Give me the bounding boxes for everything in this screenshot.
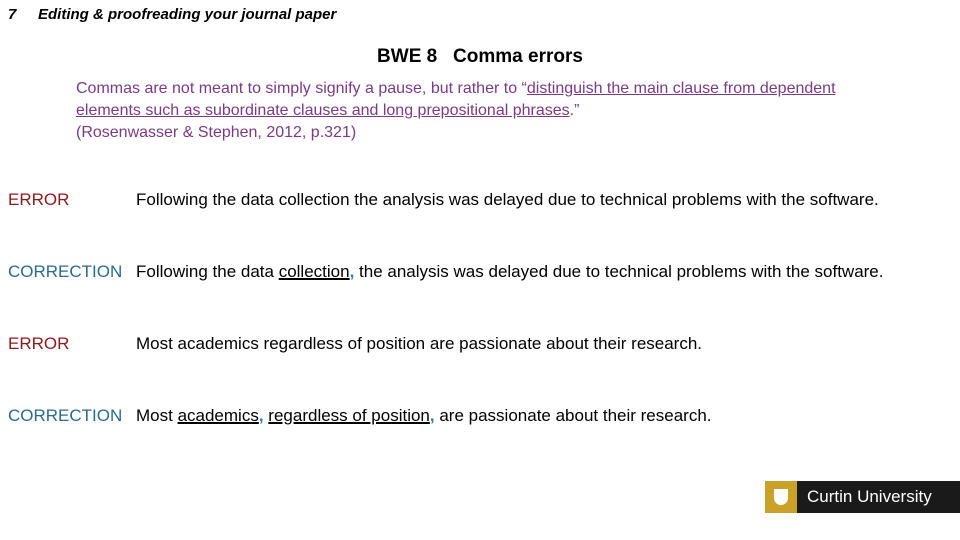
citation: (Rosenwasser & Stephen, 2012, p.321) — [76, 124, 357, 141]
example-text: Most academics, regardless of position, … — [136, 406, 712, 425]
example-text: Following the data collection the analys… — [136, 190, 879, 209]
example-text: Most academics regardless of position ar… — [136, 334, 703, 353]
correction-label: CORRECTION — [8, 406, 123, 425]
correction-label: CORRECTION — [8, 262, 123, 281]
logo-text: Curtin University — [807, 487, 932, 506]
curtin-logo: Curtin University — [765, 481, 960, 513]
section-header: 7 Editing & proofreading your journal pap… — [8, 6, 336, 23]
slide-title: BWE 8 Comma errors — [377, 46, 583, 67]
error-label: ERROR — [8, 334, 70, 353]
section-title: Editing & proofreading your journal pape… — [38, 6, 337, 23]
example-text: Following the data collection, the analy… — [136, 262, 884, 281]
shield-icon — [765, 481, 797, 513]
section-number: 7 — [8, 6, 17, 23]
error-label: ERROR — [8, 190, 70, 209]
quote-block: Commas are not meant to simply signify a… — [76, 80, 836, 141]
